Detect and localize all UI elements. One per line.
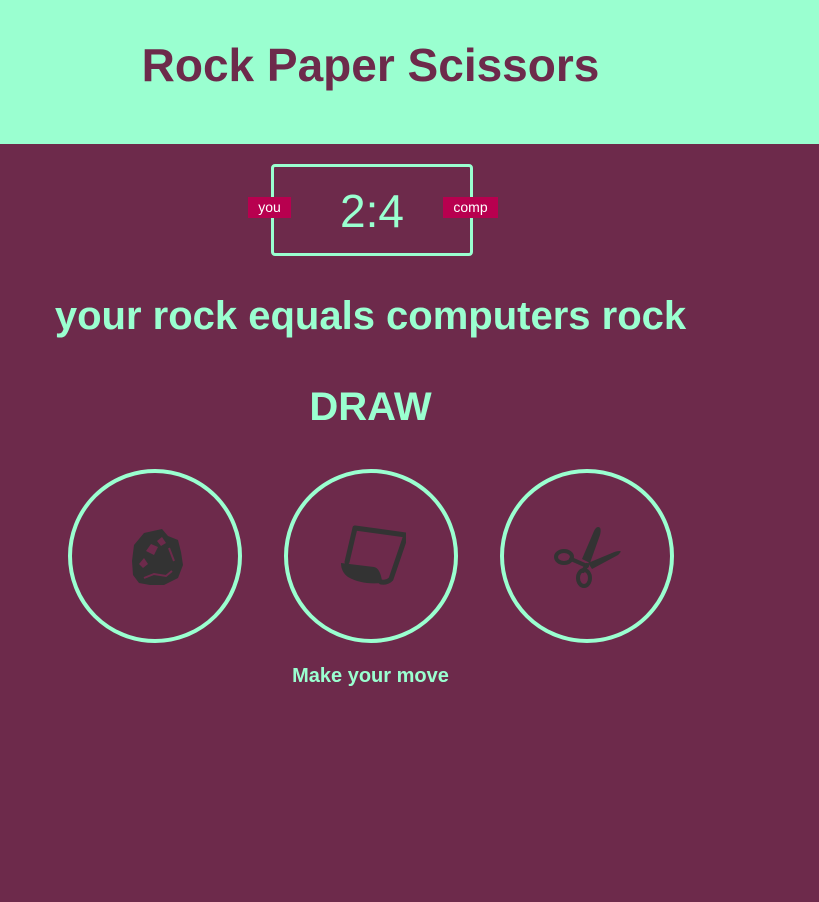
score-display: 2:4 <box>340 185 404 237</box>
outcome-text: DRAW <box>309 385 432 429</box>
user-badge: you <box>248 197 291 218</box>
header: Rock Paper Scissors <box>0 0 819 144</box>
result-message: your rock equals computers rock <box>54 294 687 338</box>
scissors-button[interactable] <box>500 469 674 643</box>
scissors-icon <box>554 527 621 588</box>
rock-button[interactable] <box>68 469 242 643</box>
computer-badge: comp <box>443 197 498 218</box>
paper-button[interactable] <box>284 469 458 643</box>
rock-icon <box>132 529 183 585</box>
paper-icon <box>341 525 406 585</box>
action-message: Make your move <box>292 665 449 687</box>
page-title: Rock Paper Scissors <box>141 39 600 91</box>
